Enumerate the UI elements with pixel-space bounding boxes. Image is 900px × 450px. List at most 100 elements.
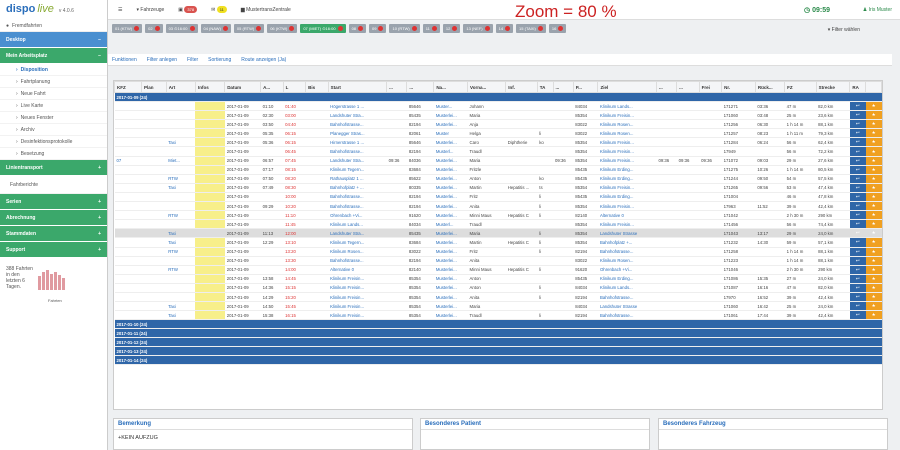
vehicle-chip[interactable]: 02 <box>145 24 163 33</box>
star-icon[interactable]: ★ <box>865 274 882 284</box>
column-header[interactable]: Datum <box>224 81 262 93</box>
star-icon[interactable]: ★ <box>865 301 882 312</box>
sidebar-section-3[interactable]: Abrechnung + <box>0 210 107 226</box>
menu-icon[interactable]: ☰ <box>118 7 122 13</box>
table-row[interactable]: Taxi 2017-01-09 11:13 12:00 Landshuter Stra.… <box>114 228 882 239</box>
sidebar-section-2[interactable]: Serien + <box>0 194 107 210</box>
table-row[interactable]: 2017-01-09 11:45 Klinikum Lands... 84034 Mus… <box>114 219 882 230</box>
return-icon[interactable]: ↩ <box>849 247 866 257</box>
table-row[interactable]: Taxi 2017-01-09 14:50 15:45 Klinikum Freisin… <box>114 301 882 312</box>
sidebar-item-fremdfahrten[interactable]: ● Fremdfahrten <box>0 20 107 32</box>
return-icon[interactable]: ↩ <box>849 119 866 130</box>
vehicle-chip[interactable]: 01 (KTW) <box>112 24 143 33</box>
table-row[interactable]: Taxi 2017-01-09 15:38 16:15 Klinikum Freisin… <box>114 310 882 321</box>
return-icon[interactable]: ↩ <box>849 265 866 275</box>
star-icon[interactable]: ★ <box>865 174 882 184</box>
vehicle-chip[interactable]: 11 <box>422 24 440 33</box>
day-group-row[interactable]: 2017-01-13 (24) <box>114 346 882 357</box>
vehicle-chip[interactable]: 08 <box>348 24 367 33</box>
user-menu[interactable]: ♟ Iris Muster <box>863 7 892 13</box>
column-header[interactable]: P... <box>572 81 599 93</box>
column-header[interactable]: Bis <box>305 81 329 93</box>
star-icon[interactable]: ★ <box>865 183 882 193</box>
table-row[interactable]: Taxi 2017-01-09 05:36 06:15 Hirnerstrasse 1 … <box>114 137 882 148</box>
return-icon[interactable]: ↩ <box>849 301 866 312</box>
return-icon[interactable]: ↩ <box>849 165 866 175</box>
vehicle-chip[interactable]: 14 <box>495 24 514 33</box>
column-header[interactable]: ... <box>552 81 574 93</box>
star-icon[interactable]: ★ <box>865 119 882 130</box>
group-row[interactable]: 2017-01-09 (24) <box>114 92 882 102</box>
return-icon[interactable]: ↩ <box>849 292 866 303</box>
return-icon[interactable]: ↩ <box>849 210 866 221</box>
day-group-row[interactable]: 2017-01-14 (24) <box>114 355 882 366</box>
return-icon[interactable]: ↩ <box>849 228 866 239</box>
column-header[interactable]: KFZ <box>114 81 142 93</box>
column-header[interactable]: Na... <box>433 81 469 93</box>
column-header[interactable]: Rück... <box>754 81 786 93</box>
sidebar-sub-0[interactable]: › Disposition <box>0 64 107 76</box>
return-icon[interactable]: ↩ <box>849 237 866 248</box>
column-header[interactable]: Infos <box>194 81 226 93</box>
star-icon[interactable]: ★ <box>865 110 882 121</box>
sidebar-sub-2[interactable]: › Neue Fahrt <box>0 88 107 100</box>
day-group-row[interactable]: 2017-01-11 (24) <box>114 328 882 339</box>
return-icon[interactable]: ↩ <box>849 192 866 203</box>
column-header[interactable]: L <box>282 81 307 93</box>
filter-choose-button[interactable]: ▾ Filter wählen <box>828 27 860 33</box>
vehicle-chip[interactable]: 05 (RTW) <box>233 24 265 33</box>
table-row[interactable]: 2017-01-09 13:58 14:45 Klinikum Freisin... 8… <box>114 274 882 284</box>
return-icon[interactable]: ↩ <box>849 137 866 148</box>
vehicle-chip[interactable]: 10 (RTW) <box>389 24 420 33</box>
sidebar-sub-7[interactable]: › Besetzung <box>0 148 107 160</box>
table-row[interactable]: RTW 2017-01-09 11:10 Ohrenbach +Vi... 91620 M… <box>114 210 882 221</box>
return-icon[interactable]: ↩ <box>849 183 866 193</box>
table-row[interactable]: 2017-01-09 10:00 Bahnhofstrasse... 82194 Mus… <box>114 192 882 203</box>
day-group-row[interactable]: 2017-01-10 (24) <box>114 319 882 330</box>
column-header[interactable]: TA <box>536 81 554 93</box>
toolbar-button-2[interactable]: Filter <box>187 57 198 63</box>
vehicle-chip[interactable]: 07 (MIET) ⊙16:00 <box>300 24 346 33</box>
sidebar-item-fahrberichte[interactable]: Fahrberichte <box>0 176 107 194</box>
sidebar-item-desktop[interactable]: Desktop − <box>0 32 107 48</box>
star-icon[interactable]: ★ <box>865 165 882 175</box>
return-icon[interactable]: ↩ <box>849 201 866 212</box>
star-icon[interactable]: ★ <box>865 283 882 293</box>
column-header[interactable]: Inf. <box>505 81 538 93</box>
column-header[interactable]: A... <box>260 81 284 93</box>
star-icon[interactable]: ★ <box>865 201 882 212</box>
table-row[interactable]: 2017-01-09 09:29 10:20 Bahnhofstrasse... 821… <box>114 201 882 212</box>
return-icon[interactable]: ↩ <box>849 110 866 121</box>
table-row[interactable]: RTW 2017-01-09 14:00 Alternative 0 82140 Must… <box>114 265 882 275</box>
table-row[interactable]: RTW 2017-01-09 13:20 Klinikum Rosen... 83022… <box>114 247 882 257</box>
column-header[interactable]: RA <box>849 81 867 93</box>
table-row[interactable]: 2017-01-09 02:30 03:00 Landshuter Stra... 85… <box>114 110 882 121</box>
return-icon[interactable]: ↩ <box>849 256 866 266</box>
star-icon[interactable]: ★ <box>865 146 882 157</box>
star-icon[interactable]: ★ <box>865 265 882 275</box>
vehicle-chip[interactable]: 12 <box>442 24 461 33</box>
toolbar-button-3[interactable]: Sortierung <box>208 57 231 63</box>
sidebar-sub-5[interactable]: › Archiv <box>0 124 107 136</box>
toolbar-button-1[interactable]: Filter anlegen <box>147 57 177 63</box>
star-icon[interactable]: ★ <box>865 137 882 148</box>
column-header[interactable]: Strecke <box>815 81 851 93</box>
sidebar-sub-4[interactable]: › Neues Fenster <box>0 112 107 124</box>
star-icon[interactable]: ★ <box>865 237 882 248</box>
return-icon[interactable]: ↩ <box>849 156 866 166</box>
sidebar-sub-6[interactable]: › Desinfektionsprotokolle <box>0 136 107 148</box>
orders-badge[interactable]: ▣ 378 <box>178 5 198 13</box>
return-icon[interactable]: ↩ <box>849 283 866 293</box>
vehicles-dropdown[interactable]: ▾ Fahrzeuge <box>136 7 164 13</box>
column-header[interactable]: Plan <box>140 81 167 93</box>
column-header[interactable]: Art <box>165 81 196 93</box>
table-row[interactable]: 2017-01-09 07:17 08:15 Klinikum Tegern... 83… <box>114 165 882 175</box>
sidebar-item-arbeitsplatz[interactable]: Mein Arbeitsplatz − <box>0 48 107 64</box>
star-icon[interactable]: ★ <box>865 228 882 239</box>
table-row[interactable]: 2017-01-09 14:36 15:15 Klinikum Freisin... 8… <box>114 283 882 293</box>
table-row[interactable]: 07 Miet... 2017-01-09 06:57 07:45 Landshuter … <box>114 156 882 166</box>
vehicle-chip[interactable]: 04 (NAW) <box>200 24 231 33</box>
star-icon[interactable]: ★ <box>865 210 882 221</box>
vehicle-chip[interactable]: 16 <box>548 24 567 33</box>
column-header[interactable]: Ziel <box>597 81 657 93</box>
